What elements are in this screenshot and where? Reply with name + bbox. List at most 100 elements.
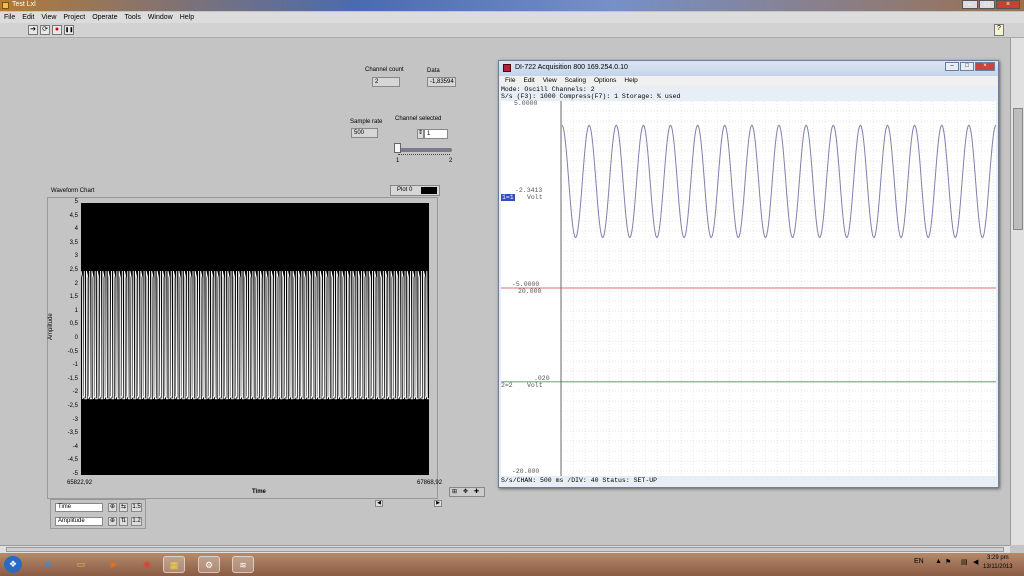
menu-window[interactable]: Window [148, 12, 173, 23]
data-indicator: -1,83594 [427, 77, 456, 87]
x-axis-end: 67868,92 [417, 480, 443, 486]
abort-icon[interactable]: ● [52, 25, 62, 35]
internet-explorer-icon[interactable]: e [37, 556, 59, 573]
chart-scroll-left-icon[interactable]: ◀ [375, 500, 383, 507]
clock-date[interactable]: 13/11/2013 [983, 564, 1013, 570]
menu-project[interactable]: Project [63, 12, 85, 23]
tray-arrow-icon[interactable]: ▲ [935, 558, 942, 565]
waveform-plot-area[interactable] [81, 203, 429, 475]
x-axis-start: 65822,92 [67, 480, 93, 486]
scale-legend: Time ⊕ ⇆ 1.5 Amplitude ⊕ ⇅ 1.2 [50, 499, 146, 529]
labview-task-icon[interactable]: ▦ [163, 556, 185, 573]
di722-app-icon [503, 64, 511, 72]
menu-operate[interactable]: Operate [92, 12, 117, 23]
lock-icon-y[interactable]: ⊕ [108, 517, 117, 526]
cursor-icon[interactable]: ✚ [474, 488, 479, 495]
run-arrow-icon[interactable]: ➔ [28, 25, 38, 35]
slider-max-label: 2 [449, 158, 453, 164]
di-menu-file[interactable]: File [505, 76, 515, 86]
ch1-waveform [561, 124, 996, 239]
horizontal-scroll-thumb[interactable] [6, 547, 1004, 552]
dataq-task-icon[interactable]: ≋ [232, 556, 254, 573]
labview-toolbar: ➔ ⟳ ● ❚❚ [0, 23, 1024, 38]
increment-decrement-icon[interactable]: ⇕ [417, 129, 424, 139]
zoom-icon[interactable]: ⊞ [452, 488, 457, 495]
pause-icon[interactable]: ❚❚ [64, 25, 74, 35]
channel-count-indicator: 2 [372, 77, 400, 87]
x-format-button[interactable]: 1.5 [131, 503, 142, 512]
menu-view[interactable]: View [41, 12, 56, 23]
ch2-top-value: 20.000 [518, 288, 542, 295]
clock-time[interactable]: 3:29 pm [987, 555, 1009, 561]
labview-title: Test Lxl [12, 1, 36, 8]
labview-app-icon [2, 2, 9, 9]
menu-tools[interactable]: Tools [124, 12, 140, 23]
slider-min-label: 1 [396, 158, 400, 164]
di-menu-help[interactable]: Help [624, 76, 637, 86]
di722-close-button[interactable]: × [975, 62, 995, 71]
autoscale-x-icon[interactable]: ⇆ [119, 503, 128, 512]
lock-icon[interactable]: ⊕ [108, 503, 117, 512]
sample-rate-indicator: 500 [351, 128, 378, 138]
autoscale-y-icon[interactable]: ⇅ [119, 517, 128, 526]
y-format-button[interactable]: 1.2 [131, 517, 142, 526]
di722-title-bar: DI-722 Acquisition 800 169.254.0.10 – □ … [499, 61, 998, 76]
chrome-icon[interactable]: ◉ [136, 556, 158, 573]
menu-edit[interactable]: Edit [22, 12, 34, 23]
pan-icon[interactable]: ✥ [463, 488, 468, 495]
menu-help[interactable]: Help [180, 12, 194, 23]
y-axis-label: Amplitude [48, 313, 54, 340]
y-tick-label: 0,5 [69, 321, 78, 328]
channel-slider-track[interactable] [396, 148, 452, 152]
sample-rate-label: Sample rate [350, 119, 383, 125]
tray-network-icon[interactable]: ▤ [961, 558, 968, 566]
y-tick-label: 2 [74, 280, 78, 287]
slider-ticks [398, 154, 450, 158]
labview-title-bar: Test Lxl – □ × [0, 0, 1024, 11]
ch1-top-value: 5.0000 [514, 100, 538, 107]
vertical-scrollbar[interactable] [1010, 38, 1024, 545]
vertical-scroll-thumb[interactable] [1013, 108, 1023, 230]
language-indicator[interactable]: EN [914, 558, 924, 565]
di722-oscilloscope-screen[interactable] [501, 101, 996, 476]
ch1-marker[interactable]: 1=1 [501, 194, 515, 201]
di722-maximize-button[interactable]: □ [960, 62, 974, 71]
data-label: Data [427, 68, 440, 74]
folder-icon[interactable]: ▭ [70, 556, 92, 573]
run-continuously-icon[interactable]: ⟳ [40, 25, 50, 35]
ch2-marker[interactable]: 2=2 [501, 382, 513, 389]
tray-flag-icon[interactable]: ⚑ [945, 558, 951, 566]
y-tick-label: 0 [74, 335, 78, 341]
labview-menubar: File Edit View Project Operate Tools Win… [0, 12, 1024, 23]
horizontal-scrollbar[interactable] [0, 545, 1010, 553]
chart-scroll-right-icon[interactable]: ▶ [434, 500, 442, 507]
start-button-icon[interactable]: ❖ [4, 556, 22, 573]
di-menu-edit[interactable]: Edit [523, 76, 534, 86]
y-tick-label: -0,5 [67, 348, 78, 355]
maximize-button[interactable]: □ [979, 0, 995, 9]
y-tick-label: -4 [72, 443, 78, 450]
close-button[interactable]: × [996, 0, 1020, 9]
minimize-button[interactable]: – [962, 0, 978, 9]
scale-legend-time[interactable]: Time [55, 503, 103, 512]
y-tick-label: -1 [72, 362, 78, 369]
di722-menubar: File Edit View Scaling Options Help [500, 76, 997, 86]
menu-file[interactable]: File [4, 12, 15, 23]
context-help-icon[interactable]: ? [994, 24, 1004, 36]
graph-palette[interactable]: ⊞ ✥ ✚ [449, 487, 485, 497]
plot-swatch-icon[interactable] [421, 187, 437, 194]
di-menu-view[interactable]: View [543, 76, 557, 86]
channel-selected-input[interactable]: 1 [424, 129, 448, 139]
di722-minimize-button[interactable]: – [945, 62, 959, 71]
plot-legend[interactable]: Plot 0 [390, 185, 440, 196]
y-tick-label: -5 [72, 471, 78, 477]
plot-legend-name: Plot 0 [397, 187, 413, 193]
scale-legend-amplitude[interactable]: Amplitude [55, 517, 103, 526]
channel-slider-thumb[interactable] [394, 143, 401, 153]
di-menu-scaling[interactable]: Scaling [565, 76, 586, 86]
tray-volume-icon[interactable]: ◀ [973, 558, 978, 566]
ch2-bottom-value: -20.000 [512, 468, 540, 475]
di-menu-options[interactable]: Options [594, 76, 616, 86]
network-task-icon[interactable]: ⚙ [198, 556, 220, 573]
media-player-icon[interactable]: ▶ [103, 556, 125, 573]
